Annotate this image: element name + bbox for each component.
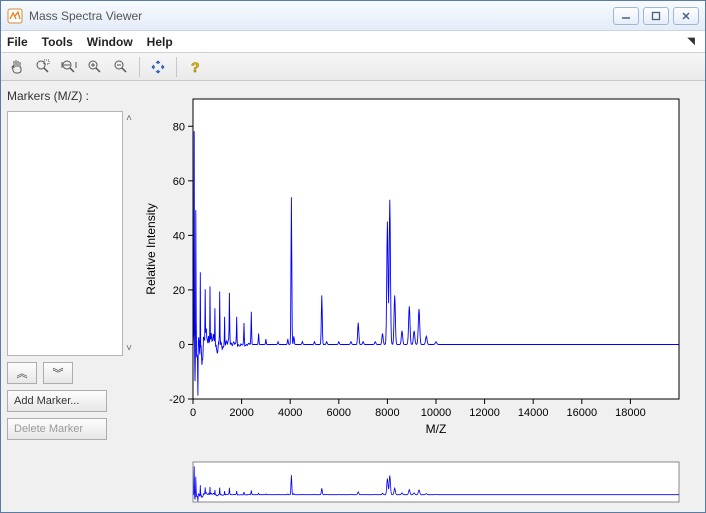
svg-text:8000: 8000 (375, 407, 399, 419)
svg-text:?: ? (191, 59, 200, 75)
minimize-button[interactable] (613, 7, 639, 25)
maximize-button[interactable] (643, 7, 669, 25)
scroll-up-icon[interactable]: ˄ (126, 113, 132, 124)
svg-text:12000: 12000 (469, 407, 500, 419)
help-icon[interactable]: ? (183, 56, 207, 78)
menu-window[interactable]: Window (87, 35, 133, 49)
move-marker-up-button[interactable]: ︽ (7, 362, 37, 384)
zoom-region-icon[interactable] (31, 56, 55, 78)
markers-label: Markers (M/Z) : (7, 89, 135, 103)
svg-text:18000: 18000 (615, 407, 646, 419)
svg-text:16000: 16000 (567, 407, 598, 419)
move-marker-down-button[interactable]: ︾ (43, 362, 73, 384)
delete-marker-button[interactable]: Delete Marker (7, 418, 107, 440)
svg-text:M/Z: M/Z (426, 422, 447, 436)
svg-text:0: 0 (190, 407, 196, 419)
svg-text:20: 20 (173, 285, 185, 297)
overview-plot[interactable] (141, 460, 695, 504)
markers-listbox[interactable] (7, 111, 123, 356)
svg-text:Relative Intensity: Relative Intensity (144, 203, 158, 294)
svg-text:80: 80 (173, 121, 185, 133)
menu-file[interactable]: File (7, 35, 28, 49)
svg-text:2000: 2000 (229, 407, 253, 419)
add-marker-button[interactable]: Add Marker... (7, 390, 107, 412)
svg-text:6000: 6000 (327, 407, 351, 419)
listbox-scrollbar[interactable]: ˄ ˅ (123, 111, 135, 356)
svg-text:0: 0 (179, 339, 185, 351)
app-icon (7, 8, 23, 24)
svg-text:-20: -20 (169, 394, 185, 406)
toolbar: ? (1, 53, 705, 81)
svg-text:4000: 4000 (278, 407, 302, 419)
svg-text:14000: 14000 (518, 407, 549, 419)
sidebar: Markers (M/Z) : ˄ ˅ ︽ ︾ Add Marker... De… (1, 81, 141, 512)
scroll-down-icon[interactable]: ˅ (126, 343, 132, 354)
toolbar-divider (139, 57, 140, 77)
menu-tools[interactable]: Tools (42, 35, 73, 49)
zoom-in-icon[interactable] (83, 56, 107, 78)
svg-text:10000: 10000 (421, 407, 452, 419)
window-title: Mass Spectra Viewer (29, 9, 613, 23)
menu-help[interactable]: Help (147, 35, 173, 49)
menubar: File Tools Window Help ◥ (1, 31, 705, 53)
titlebar: Mass Spectra Viewer (1, 1, 705, 31)
pan-icon[interactable] (5, 56, 29, 78)
zoom-out-icon[interactable] (109, 56, 133, 78)
zoom-out-horiz-icon[interactable] (57, 56, 81, 78)
close-button[interactable] (673, 7, 699, 25)
dock-icon[interactable]: ◥ (687, 36, 699, 47)
svg-text:60: 60 (173, 176, 185, 188)
svg-text:40: 40 (173, 230, 185, 242)
toolbar-divider (176, 57, 177, 77)
main-plot[interactable]: 0 2000 4000 6000 8000 10000 12000 14000 16000 180… (141, 89, 695, 454)
reset-view-icon[interactable] (146, 56, 170, 78)
